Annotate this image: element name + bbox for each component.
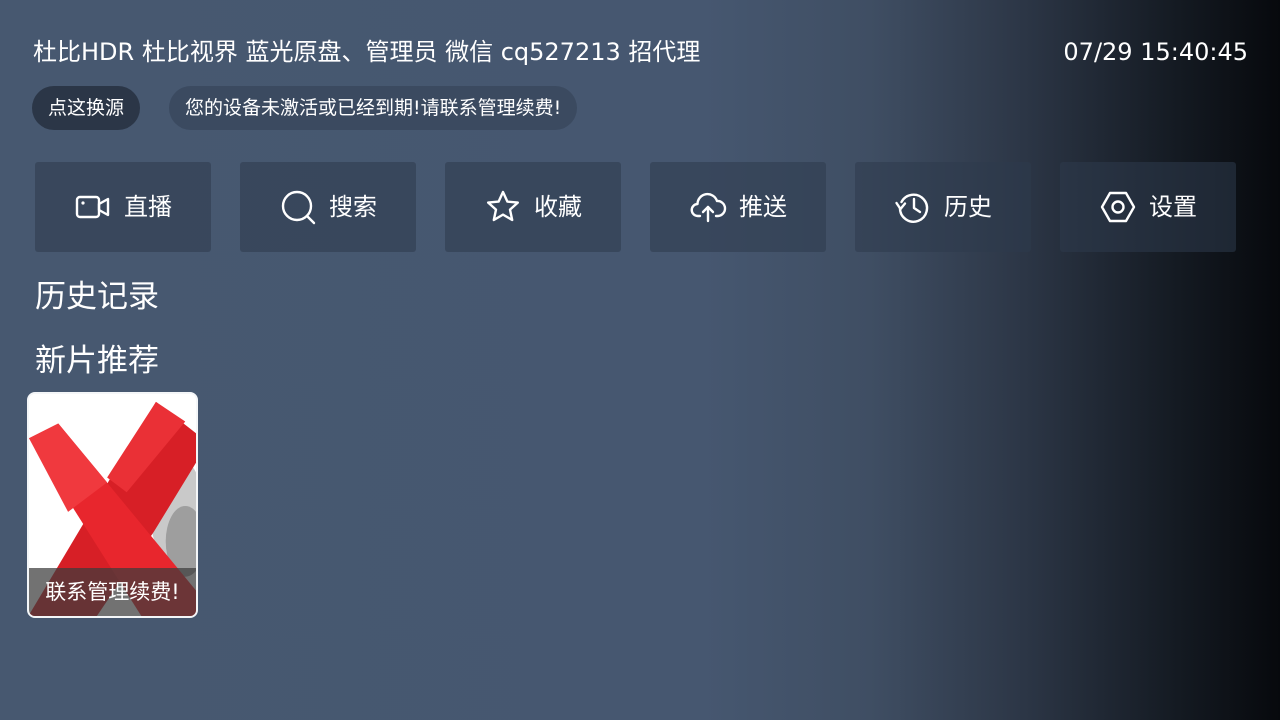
nav-live-button[interactable]: 直播: [35, 162, 211, 252]
source-switch-button[interactable]: 点这换源: [32, 86, 141, 130]
notice-banner: 您的设备未激活或已经到期!请联系管理续费!: [169, 86, 578, 130]
star-icon: [484, 188, 522, 226]
nav-history-label: 历史: [944, 193, 992, 221]
cloud-upload-icon: [689, 188, 727, 226]
nav-push-label: 推送: [739, 193, 787, 221]
video-camera-icon: [74, 188, 112, 226]
card-caption: 联系管理续费!: [29, 568, 196, 616]
recommendation-card[interactable]: 联系管理续费!: [27, 392, 198, 618]
nav-history-button[interactable]: 历史: [855, 162, 1031, 252]
nav-settings-label: 设置: [1149, 193, 1197, 221]
history-section-title: 历史记录: [35, 279, 159, 315]
nav-search-label: 搜索: [329, 193, 377, 221]
nav-favorites-button[interactable]: 收藏: [445, 162, 621, 252]
nav-favorites-label: 收藏: [534, 193, 582, 221]
header-title: 杜比HDR 杜比视界 蓝光原盘、管理员 微信 cq527213 招代理: [33, 38, 701, 66]
search-icon: [279, 188, 317, 226]
history-icon: [894, 188, 932, 226]
nav-search-button[interactable]: 搜索: [240, 162, 416, 252]
recommend-section-title: 新片推荐: [35, 343, 159, 379]
clock: 07/29 15:40:45: [1063, 38, 1248, 66]
nav-bar: 直播 搜索 收藏 推送 历史 设置: [35, 162, 1236, 252]
nav-push-button[interactable]: 推送: [650, 162, 826, 252]
nav-live-label: 直播: [124, 193, 172, 221]
settings-hexagon-icon: [1099, 188, 1137, 226]
nav-settings-button[interactable]: 设置: [1060, 162, 1236, 252]
